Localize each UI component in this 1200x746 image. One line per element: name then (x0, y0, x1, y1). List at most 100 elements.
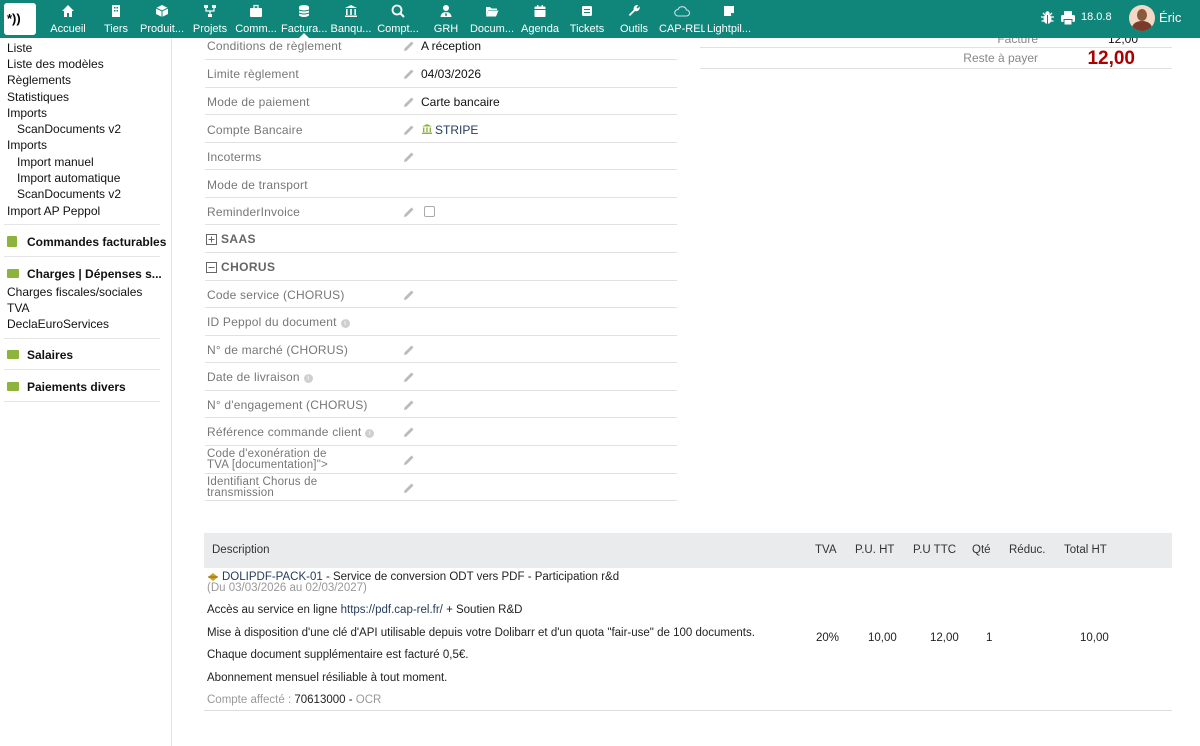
leftmenu-item-import-automatique[interactable]: Import automatique (17, 171, 120, 185)
menu-item-agenda[interactable]: Agenda (520, 0, 560, 38)
field-label: Mode de transport (207, 178, 308, 192)
leftmenu-item-imports[interactable]: Imports (7, 106, 47, 120)
remaining-amount: 12,00 (1087, 48, 1135, 69)
bank-account-link[interactable]: STRIPE (435, 123, 478, 137)
field-label-text: Référence commande client (207, 425, 362, 439)
section-saas[interactable]: SAAS (205, 225, 677, 253)
menu-label: Factura... (281, 23, 327, 35)
edit-pencil-icon[interactable] (403, 151, 415, 163)
reminder-checkbox[interactable] (424, 206, 435, 217)
menu-item-commerce[interactable]: Comm... (234, 0, 278, 38)
section-chorus[interactable]: CHORUS (205, 253, 677, 281)
edit-pencil-icon[interactable] (403, 289, 415, 301)
description-line: Chaque document supplémentaire est factu… (207, 649, 469, 661)
field-row-code-service: Code service (CHORUS) (205, 281, 677, 308)
field-label-text: ID Peppol du document (207, 315, 337, 329)
edit-pencil-icon[interactable] (403, 68, 415, 80)
col-description: Description (212, 544, 270, 556)
menu-item-banque[interactable]: Banqu... (329, 0, 373, 38)
app-logo[interactable]: *)) (4, 3, 36, 35)
menu-item-comptabilite[interactable]: Compt... (376, 0, 420, 38)
service-url-link[interactable]: https://pdf.cap-rel.fr/ (341, 604, 443, 616)
edit-pencil-icon[interactable] (403, 206, 415, 218)
menu-item-accueil[interactable]: Accueil (48, 0, 88, 38)
total-row-facture: Facturé 12,00 (700, 38, 1172, 48)
menu-item-projets[interactable]: Projets (190, 0, 230, 38)
edit-pencil-icon[interactable] (403, 124, 415, 136)
menu-label: Produit... (139, 23, 185, 35)
leftmenu-item-scandocuments[interactable]: ScanDocuments v2 (17, 122, 121, 136)
document-icon (7, 236, 17, 247)
field-row-marche: N° de marché (CHORUS) (205, 336, 677, 363)
edit-pencil-icon[interactable] (403, 96, 415, 108)
field-row-ref-commande: Référence commande client i (205, 418, 677, 446)
leftmenu-item-scandocuments-2[interactable]: ScanDocuments v2 (17, 187, 121, 201)
username-label[interactable]: Éric (1159, 10, 1181, 25)
menu-label: Comm... (235, 23, 277, 35)
leftmenu-item-tva[interactable]: TVA (7, 301, 29, 315)
leftmenu-item-import-ap-peppol[interactable]: Import AP Peppol (7, 204, 100, 218)
leftmenu-item-liste[interactable]: Liste (7, 41, 32, 55)
edit-pencil-icon[interactable] (403, 454, 415, 466)
edit-pencil-icon[interactable] (403, 399, 415, 411)
edit-pencil-icon[interactable] (403, 344, 415, 356)
total-label: Facturé (997, 38, 1038, 46)
leftmenu-item-imports-2[interactable]: Imports (7, 138, 47, 152)
field-label: Limite règlement (207, 67, 299, 81)
edit-pencil-icon[interactable] (403, 482, 415, 494)
menu-item-outils[interactable]: Outils (615, 0, 653, 38)
field-label: Compte Bancaire (207, 123, 303, 137)
expand-plus-icon[interactable] (206, 234, 217, 245)
field-label: ReminderInvoice (207, 205, 301, 219)
field-row-chorus-transmission: Identifiant Chorus de transmission (205, 474, 677, 501)
menu-item-facturation[interactable]: Factura... (281, 0, 327, 38)
field-row-exoneration: Code d'exonération de TVA [documentation… (205, 446, 677, 474)
menu-label: Compt... (377, 23, 419, 35)
account-ocr: OCR (355, 694, 382, 706)
field-label: ID Peppol du document i (207, 315, 350, 329)
leftmenu-item-declaeuroservices[interactable]: DeclaEuroServices (7, 317, 109, 331)
info-icon[interactable]: i (303, 374, 313, 383)
col-qte: Qté (972, 544, 991, 556)
user-tie-icon (440, 5, 452, 17)
edit-pencil-icon[interactable] (403, 371, 415, 383)
leftmenu-item-charges-fiscales[interactable]: Charges fiscales/sociales (7, 285, 142, 299)
menu-item-lightpilot[interactable]: Lightpil... (707, 0, 751, 38)
field-label: Mode de paiement (207, 95, 310, 109)
menu-item-grh[interactable]: GRH (428, 0, 464, 38)
menu-label: Agenda (521, 23, 559, 35)
field-label: Code service (CHORUS) (207, 288, 345, 302)
col-reduc: Réduc. (1009, 544, 1046, 556)
service-icon (208, 573, 218, 581)
menu-label: CAP-REL (659, 23, 705, 35)
field-value: Carte bancaire (421, 95, 500, 109)
bug-icon[interactable] (1040, 10, 1055, 26)
printer-icon[interactable] (1060, 10, 1076, 26)
product-description: - Service de conversion ODT vers PDF - P… (322, 571, 620, 583)
info-icon[interactable]: i (365, 429, 375, 438)
section-title: CHORUS (221, 260, 276, 274)
field-label: Incoterms (207, 150, 262, 164)
menu-item-documents[interactable]: Docum... (469, 0, 515, 38)
edit-pencil-icon[interactable] (403, 426, 415, 438)
info-icon[interactable]: i (340, 319, 350, 328)
leftmenu-item-reglements[interactable]: Règlements (7, 73, 71, 87)
leftmenu-item-statistiques[interactable]: Statistiques (7, 90, 69, 104)
search-dollar-icon (391, 4, 405, 18)
left-menu: Liste Liste des modèles Règlements Stati… (0, 38, 172, 746)
leftmenu-item-import-manuel[interactable]: Import manuel (17, 155, 94, 169)
cell-total-ht: 10,00 (1080, 632, 1109, 644)
coins-icon (298, 5, 310, 17)
menu-item-cap-rel[interactable]: CAP-REL (659, 0, 705, 38)
user-avatar[interactable] (1129, 5, 1155, 31)
menu-item-produits[interactable]: Produit... (138, 0, 186, 38)
collapse-minus-icon[interactable] (206, 262, 217, 273)
field-label: TVA [documentation]"> (207, 459, 328, 471)
menu-item-tiers[interactable]: Tiers (98, 0, 134, 38)
menu-item-tickets[interactable]: Tickets (567, 0, 607, 38)
divider (4, 401, 160, 402)
field-row-limite: Limite règlement 04/03/2026 (205, 60, 677, 88)
edit-pencil-icon[interactable] (403, 40, 415, 52)
leftmenu-item-liste-modeles[interactable]: Liste des modèles (7, 57, 104, 71)
service-period: (Du 03/03/2026 au 02/03/2027) (207, 582, 367, 594)
